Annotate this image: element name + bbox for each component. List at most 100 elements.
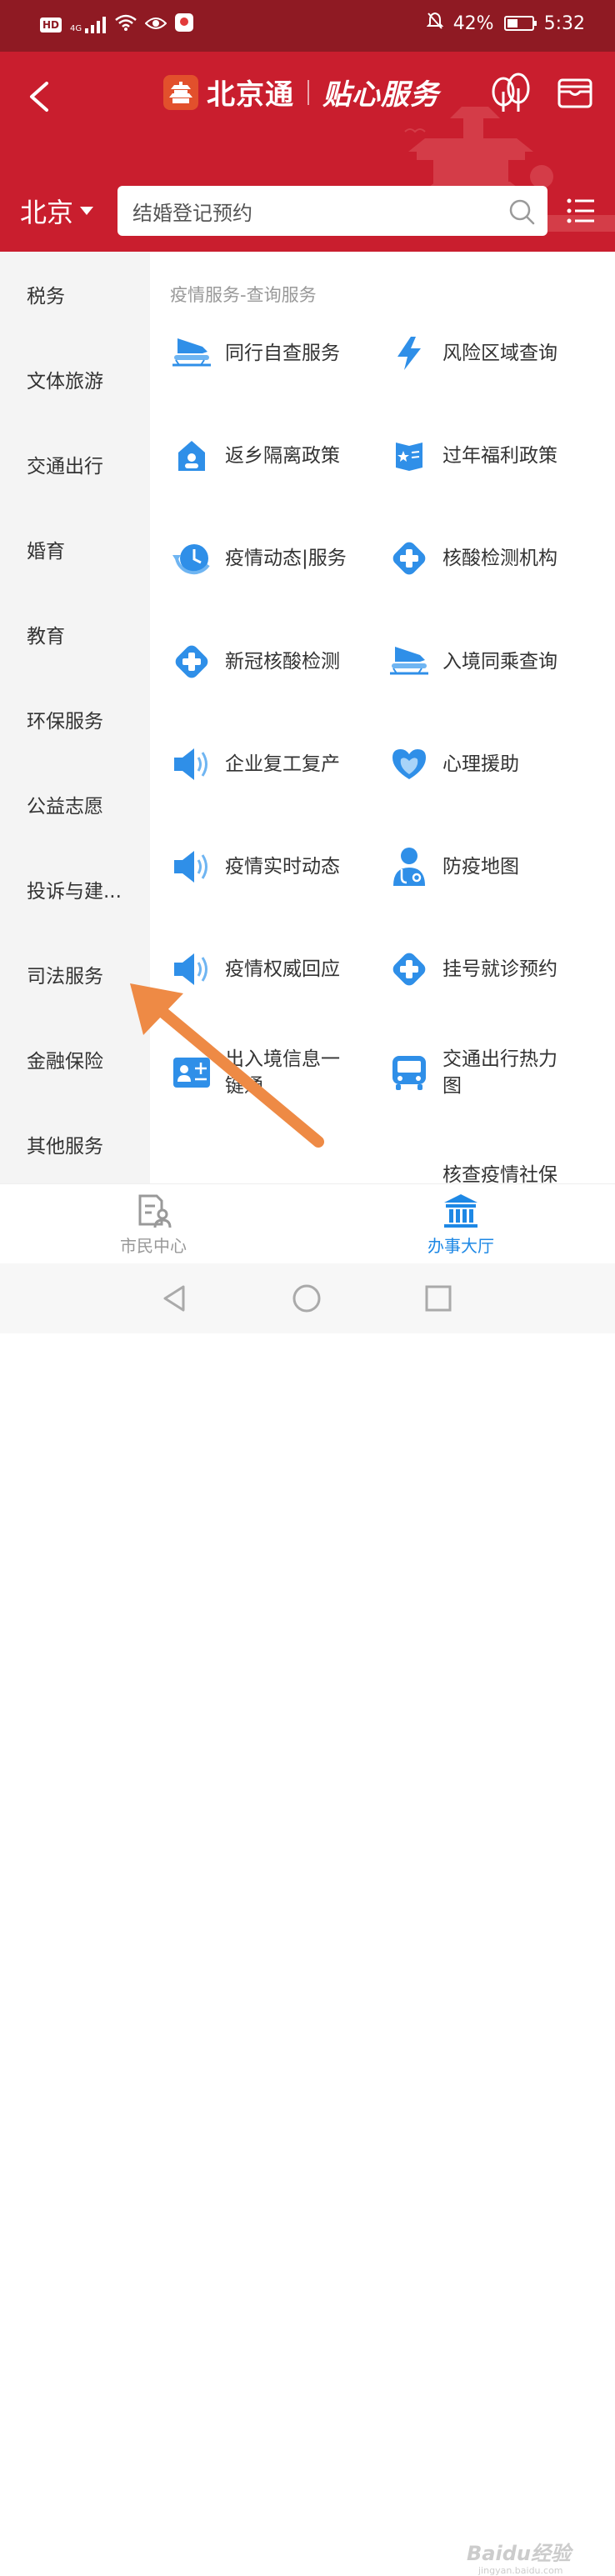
sidebar-item-label: 税务 xyxy=(27,286,65,308)
service-item[interactable]: 风险区域查询 xyxy=(386,320,611,387)
tab-citizen-center[interactable]: 市民中心 xyxy=(78,1193,228,1259)
recents-square-icon[interactable] xyxy=(422,1282,455,1315)
city-label: 北京 xyxy=(20,197,74,228)
service-item[interactable]: 疫情实时动态 xyxy=(168,833,393,900)
service-label: 疫情实时动态 xyxy=(225,856,340,878)
status-right-icons: 42% 5:32 xyxy=(426,12,585,35)
train-icon xyxy=(386,638,432,685)
sidebar-item-education[interactable]: 教育 xyxy=(0,592,150,677)
sidebar-item-complaints[interactable]: 投诉与建... xyxy=(0,847,150,932)
service-item[interactable]: 核酸检测机构 xyxy=(386,525,611,592)
service-label: 挂号就诊预约 xyxy=(442,958,558,980)
service-label: 核酸检测机构 xyxy=(442,548,558,569)
service-item[interactable]: 出入境信息一键通 xyxy=(168,1039,393,1106)
search-input[interactable] xyxy=(132,199,482,223)
service-label: 新冠核酸检测 xyxy=(225,651,340,673)
service-item[interactable]: 防疫地图 xyxy=(386,833,611,900)
sidebar-item-finance[interactable]: 金融保险 xyxy=(0,1017,150,1102)
speaker-icon xyxy=(168,946,215,993)
brand: 北京通 贴心服务 xyxy=(163,72,439,113)
sidebar-item-judicial[interactable]: 司法服务 xyxy=(0,932,150,1017)
home-circle-icon[interactable] xyxy=(290,1282,323,1315)
tab-label: 办事大厅 xyxy=(428,1236,494,1256)
home-person-icon xyxy=(168,433,215,479)
service-item[interactable]: 企业复工复产 xyxy=(168,731,393,798)
service-label: 疫情动态|服务 xyxy=(225,548,347,569)
service-item[interactable]: 入境同乘查询 xyxy=(386,628,611,695)
hd-badge: HD xyxy=(40,18,62,33)
back-arrow-icon[interactable] xyxy=(23,72,57,122)
service-item[interactable]: 交通出行热力图 xyxy=(386,1039,611,1106)
service-label: 防疫地图 xyxy=(442,856,519,878)
doctor-icon xyxy=(386,843,432,890)
brand-name: 北京通 xyxy=(207,78,294,112)
service-item[interactable]: 新冠核酸检测 xyxy=(168,628,393,695)
service-item[interactable]: 返乡隔离政策 xyxy=(168,423,393,489)
sidebar-item-culture-tourism[interactable]: 文体旅游 xyxy=(0,337,150,422)
back-triangle-icon[interactable] xyxy=(158,1282,192,1315)
service-label: 风险区域查询 xyxy=(442,343,558,364)
service-item[interactable]: 挂号就诊预约 xyxy=(386,936,611,1003)
network-type: 4G xyxy=(70,24,82,33)
sidebar-item-transport[interactable]: 交通出行 xyxy=(0,422,150,507)
sidebar-item-label: 金融保险 xyxy=(27,1051,103,1073)
document-person-icon xyxy=(138,1194,172,1228)
sidebar-item-label: 其他服务 xyxy=(27,1136,103,1158)
service-label: 同行自查服务 xyxy=(225,343,340,364)
search-icon[interactable] xyxy=(508,198,536,226)
sidebar-item-label: 投诉与建... xyxy=(27,881,122,903)
sidebar-item-label: 司法服务 xyxy=(27,966,103,988)
app-header: 北京通 贴心服务 北京 xyxy=(0,52,615,252)
service-item[interactable]: 核查疫情社保 xyxy=(386,1142,611,1183)
search-box[interactable] xyxy=(118,186,548,236)
service-label: 返乡隔离政策 xyxy=(225,445,340,467)
sidebar-item-label: 交通出行 xyxy=(27,456,103,478)
book-icon xyxy=(386,433,432,479)
sidebar-item-label: 教育 xyxy=(27,626,65,648)
medical-cross-icon xyxy=(386,946,432,993)
brand-slogan: 贴心服务 xyxy=(322,78,439,112)
service-label: 企业复工复产 xyxy=(225,753,340,775)
service-item[interactable]: 心理援助 xyxy=(386,731,611,798)
tree-icon[interactable] xyxy=(488,72,532,115)
lightning-icon xyxy=(386,330,432,377)
service-item[interactable]: 同行自查服务 xyxy=(168,320,393,387)
list-menu-icon[interactable] xyxy=(567,197,595,225)
brand-divider xyxy=(308,79,309,105)
caret-down-icon xyxy=(80,207,94,215)
service-item[interactable]: 疫情权威回应 xyxy=(168,936,393,1003)
service-label: 疫情权威回应 xyxy=(225,958,340,980)
sidebar-item-other[interactable]: 其他服务 xyxy=(0,1102,150,1187)
section-title: 疫情服务-查询服务 xyxy=(170,285,317,305)
clock-refresh-icon xyxy=(168,535,215,582)
speaker-icon xyxy=(168,741,215,788)
system-navigation-bar: Baidu经验 jingyan.baidu.com xyxy=(0,1263,615,2576)
service-item[interactable]: 过年福利政策 xyxy=(386,423,611,489)
id-card-icon xyxy=(168,1049,215,1096)
baidu-watermark: Baidu经验 xyxy=(467,2542,571,2565)
signal-icon: 4G xyxy=(70,17,107,33)
service-label: 过年福利政策 xyxy=(442,445,558,467)
service-content: 疫情服务-查询服务 同行自查服务 风险区域查询 返乡隔离政策 过年福利政策 疫情… xyxy=(150,252,615,1183)
sidebar-item-environment[interactable]: 环保服务 xyxy=(0,677,150,762)
sidebar-item-label: 环保服务 xyxy=(27,711,103,733)
heart-hands-icon xyxy=(386,741,432,788)
sidebar-item-marriage-birth[interactable]: 婚育 xyxy=(0,507,150,592)
sidebar-item-label: 文体旅游 xyxy=(27,371,103,393)
medical-cross-icon xyxy=(168,638,215,685)
sidebar-item-label: 公益志愿 xyxy=(27,796,103,818)
medical-cross-icon xyxy=(386,535,432,582)
battery-icon xyxy=(503,16,537,31)
sidebar-item-volunteer[interactable]: 公益志愿 xyxy=(0,762,150,847)
battery-percent: 42% xyxy=(452,13,494,34)
train-icon xyxy=(168,330,215,377)
bottom-tab-bar: 市民中心 办事大厅 xyxy=(0,1183,615,1263)
service-label: 心理援助 xyxy=(442,753,519,775)
bell-muted-icon xyxy=(426,12,444,35)
wallet-icon[interactable] xyxy=(557,75,593,112)
sidebar-item-tax[interactable]: 税务 xyxy=(0,252,150,337)
tab-service-hall[interactable]: 办事大厅 xyxy=(386,1193,536,1259)
service-item[interactable]: 疫情动态|服务 xyxy=(168,525,393,592)
government-building-icon xyxy=(444,1194,478,1228)
city-selector[interactable]: 北京 xyxy=(20,192,94,230)
